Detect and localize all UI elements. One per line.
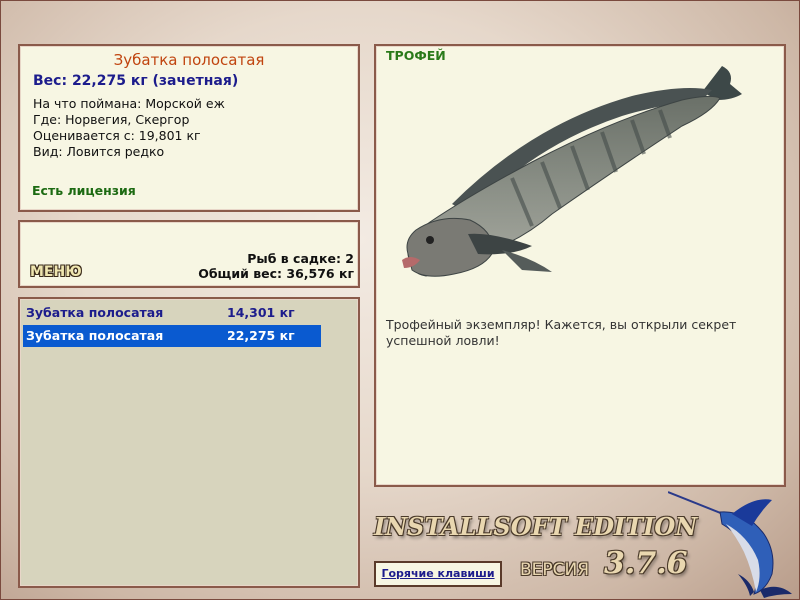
fish-title: Зубатка полосатая [113,51,265,69]
menu-button[interactable]: МЕНЮ [30,264,82,280]
marlin-logo [668,491,792,598]
fish-info-panel: Зубатка полосатая Вес: 22,275 кг (зачетн… [18,44,360,212]
fish-weight: Вес: 22,275 кг (зачетная) [33,73,239,89]
list-item-selected[interactable]: Зубатка полосатая 22,275 кг [23,325,321,347]
total-weight-text: Общий вес: 36,576 кг [198,266,354,281]
version-label: ВЕРСИЯ [520,560,590,580]
location-text: Где: Норвегия, Скергор [33,112,190,127]
list-item-name: Зубатка полосатая [26,328,164,343]
trophy-panel: ТРОФЕЙ Трофейный экземпляр! Кажется, вы … [374,44,786,487]
list-item-weight: 22,275 кг [227,328,295,343]
rarity-text: Вид: Ловится редко [33,144,165,159]
caught-on-text: На что поймана: Морской еж [33,96,225,111]
license-status: Есть лицензия [32,183,136,198]
hotkeys-button[interactable]: Горячие клавиши [374,561,502,587]
rated-from-text: Оценивается с: 19,801 кг [33,128,201,143]
striped-wolffish-image [402,66,742,277]
cage-summary-panel: МЕНЮ Рыб в садке: 2 Общий вес: 36,576 кг [18,220,360,288]
fish-count-text: Рыб в садке: 2 [247,251,354,266]
list-item-weight: 14,301 кг [227,305,295,320]
list-item-name: Зубатка полосатая [26,305,164,320]
installsoft-edition-logo: INSTALLSOFT EDITION [374,512,698,541]
list-item[interactable]: Зубатка полосатая 14,301 кг [23,302,321,324]
catch-list: Зубатка полосатая 14,301 кг Зубатка поло… [18,297,360,588]
trophy-message: Трофейный экземпляр! Кажется, вы открыли… [386,317,737,348]
